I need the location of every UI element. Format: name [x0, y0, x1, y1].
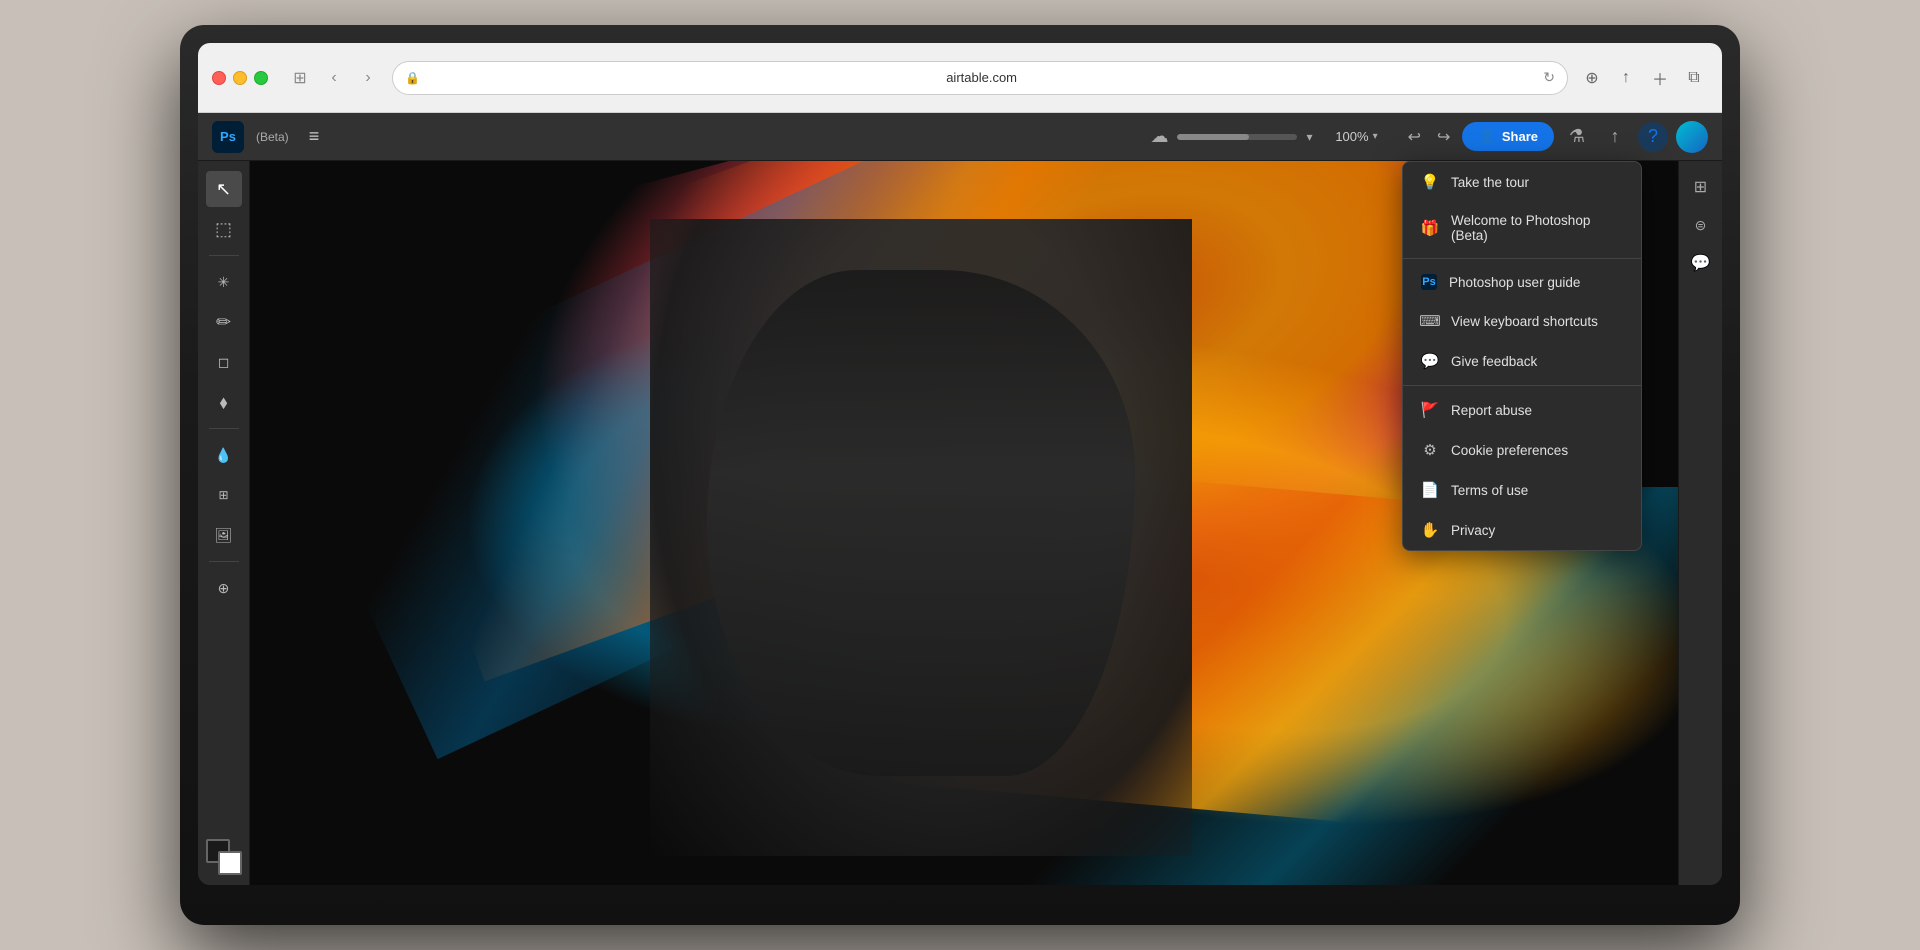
dropdown-item-user-guide[interactable]: Ps Photoshop user guide	[1403, 263, 1641, 301]
art-silhouette-body	[707, 270, 1135, 777]
lock-icon: 🔒	[405, 71, 420, 85]
background-color[interactable]	[218, 851, 242, 875]
browser-actions: ⊕ ↑ ＋ ⧉	[1578, 64, 1708, 92]
ps-logo: Ps	[212, 121, 244, 153]
close-button[interactable]	[212, 71, 226, 85]
flask-button[interactable]: ⚗	[1562, 122, 1592, 152]
rpanel-adjustments[interactable]: ⊜	[1685, 209, 1717, 241]
browser-nav: ⊞ ‹ ›	[286, 64, 382, 92]
zoom-dropdown-arrow[interactable]: ▾	[1373, 131, 1378, 142]
laptop-frame: ⊞ ‹ › 🔒 airtable.com ↻ ⊕ ↑ ＋ ⧉	[180, 25, 1740, 925]
progress-dropdown[interactable]: ▾	[1307, 130, 1313, 144]
url-text: airtable.com	[428, 70, 1535, 85]
tool-separator-3	[209, 561, 239, 562]
ps-zoom-area: 100% ▾	[1329, 129, 1378, 144]
tool-fill[interactable]: ⬧	[206, 384, 242, 420]
tool-eraser[interactable]: ◻	[206, 344, 242, 380]
privacy-icon: ✋	[1421, 521, 1439, 539]
user-avatar[interactable]	[1676, 121, 1708, 153]
user-guide-label: Photoshop user guide	[1449, 275, 1580, 290]
tool-brush[interactable]: ✏	[206, 304, 242, 340]
feedback-icon: 💬	[1421, 352, 1439, 370]
cloud-icon: ☁	[1151, 126, 1169, 147]
report-icon: 🚩	[1421, 401, 1439, 419]
browser-chrome: ⊞ ‹ › 🔒 airtable.com ↻ ⊕ ↑ ＋ ⧉	[198, 43, 1722, 113]
ps-right-panel: ⊞ ⊜ 💬	[1678, 161, 1722, 885]
ps-beta-label: (Beta)	[256, 130, 289, 144]
photoshop-app: Ps (Beta) ≡ ☁ ▾ 100% ▾ ↩ ↪	[198, 113, 1722, 885]
dropdown-item-welcome[interactable]: 🎁 Welcome to Photoshop (Beta)	[1403, 202, 1641, 254]
keyboard-icon: ⌨	[1421, 312, 1439, 330]
share-icon: 👤	[1478, 128, 1495, 145]
minimize-button[interactable]	[233, 71, 247, 85]
ps-topbar: Ps (Beta) ≡ ☁ ▾ 100% ▾ ↩ ↪	[198, 113, 1722, 161]
forward-button[interactable]: ›	[354, 64, 382, 92]
redo-button[interactable]: ↪	[1433, 123, 1454, 151]
terms-icon: 📄	[1421, 481, 1439, 499]
new-tab-button[interactable]: ＋	[1646, 64, 1674, 92]
dropdown-item-take-tour[interactable]: 💡 Take the tour	[1403, 162, 1641, 202]
sidebar-toggle[interactable]: ⊞	[286, 64, 314, 92]
tool-crop[interactable]: ⊞	[206, 477, 242, 513]
tool-eyedropper[interactable]: 💧	[206, 437, 242, 473]
tabs-button[interactable]: ⧉	[1680, 64, 1708, 92]
tool-marquee[interactable]: ⬚	[206, 211, 242, 247]
report-label: Report abuse	[1451, 403, 1532, 418]
ps-left-toolbar: ↖ ⬚ ✳ ✏ ◻ ⬧ 💧 ⊞ 🖼 ⊕	[198, 161, 250, 885]
privacy-label: Privacy	[1451, 523, 1495, 538]
take-tour-icon: 💡	[1421, 173, 1439, 191]
rpanel-layers[interactable]: ⊞	[1685, 171, 1717, 203]
tool-heal[interactable]: ✳	[206, 264, 242, 300]
dropdown-item-cookies[interactable]: ⚙ Cookie preferences	[1403, 430, 1641, 470]
download-button[interactable]: ⊕	[1578, 64, 1606, 92]
tool-select[interactable]: ↖	[206, 171, 242, 207]
dropdown-item-terms[interactable]: 📄 Terms of use	[1403, 470, 1641, 510]
rpanel-chat[interactable]: 💬	[1685, 247, 1717, 279]
cookies-label: Cookie preferences	[1451, 443, 1568, 458]
welcome-label: Welcome to Photoshop (Beta)	[1451, 213, 1623, 243]
export-button[interactable]: ↑	[1600, 122, 1630, 152]
back-button[interactable]: ‹	[320, 64, 348, 92]
keyboard-label: View keyboard shortcuts	[1451, 314, 1598, 329]
cookies-icon: ⚙	[1421, 441, 1439, 459]
feedback-label: Give feedback	[1451, 354, 1537, 369]
dropdown-separator-1	[1403, 258, 1641, 259]
color-swatch[interactable]	[206, 839, 242, 875]
tool-sample[interactable]: ⊕	[206, 570, 242, 606]
undo-button[interactable]: ↩	[1404, 123, 1425, 151]
share-button[interactable]: 👤 Share	[1462, 122, 1554, 151]
screen-bezel: ⊞ ‹ › 🔒 airtable.com ↻ ⊕ ↑ ＋ ⧉	[198, 43, 1722, 885]
dropdown-item-keyboard[interactable]: ⌨ View keyboard shortcuts	[1403, 301, 1641, 341]
share-label: Share	[1502, 129, 1538, 144]
tool-separator-2	[209, 428, 239, 429]
dropdown-item-feedback[interactable]: 💬 Give feedback	[1403, 341, 1641, 381]
tool-separator-1	[209, 255, 239, 256]
address-bar[interactable]: 🔒 airtable.com ↻	[392, 61, 1568, 95]
welcome-icon: 🎁	[1421, 219, 1439, 237]
dropdown-item-privacy[interactable]: ✋ Privacy	[1403, 510, 1641, 550]
traffic-lights	[212, 71, 268, 85]
ps-progress-bar	[1177, 134, 1297, 140]
ps-topbar-right: ↩ ↪ 👤 Share ⚗ ↑ ?	[1404, 121, 1708, 153]
share-browser-button[interactable]: ↑	[1612, 64, 1640, 92]
ps-progress-fill	[1177, 134, 1249, 140]
help-dropdown: 💡 Take the tour 🎁 Welcome to Photoshop (…	[1402, 161, 1642, 551]
zoom-value: 100%	[1329, 129, 1369, 144]
ps-cloud-area: ☁ ▾	[1151, 126, 1313, 147]
reload-button[interactable]: ↻	[1543, 69, 1555, 86]
terms-label: Terms of use	[1451, 483, 1528, 498]
help-button[interactable]: ?	[1638, 122, 1668, 152]
take-tour-label: Take the tour	[1451, 175, 1529, 190]
maximize-button[interactable]	[254, 71, 268, 85]
color-swatch-area	[206, 835, 242, 875]
dropdown-separator-2	[1403, 385, 1641, 386]
user-guide-icon: Ps	[1421, 274, 1437, 290]
dropdown-item-report[interactable]: 🚩 Report abuse	[1403, 390, 1641, 430]
tool-image-place[interactable]: 🖼	[206, 517, 242, 553]
ps-menu-button[interactable]: ≡	[305, 122, 324, 151]
